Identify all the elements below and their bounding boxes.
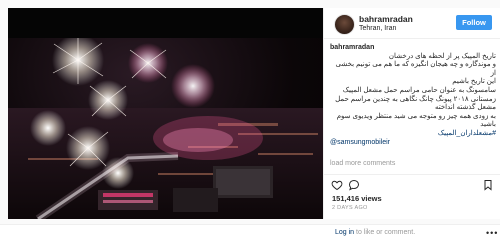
caption-line: سامسونگ به عنوان حامی مراسم حمل مشعل الم… xyxy=(342,86,496,94)
heart-icon[interactable] xyxy=(331,179,343,191)
comment-icon[interactable] xyxy=(348,179,360,191)
load-more-comments-link[interactable]: load more comments xyxy=(330,160,395,167)
more-options-button[interactable]: ••• xyxy=(486,228,498,238)
follow-button[interactable]: Follow xyxy=(456,15,492,30)
view-count: 151,416 views xyxy=(332,194,382,203)
caption-line: و موندگاره و چه هیجان انگیزه که ما هم می… xyxy=(335,61,496,77)
login-prompt: Log in to like or comment. xyxy=(335,229,415,236)
action-bar xyxy=(324,174,500,191)
bookmark-icon[interactable] xyxy=(482,179,494,191)
post-side-panel: bahramradan Tehran, Iran Follow bahramra… xyxy=(323,8,500,219)
login-bar: Log in to like or comment. ••• xyxy=(0,224,500,244)
location-link[interactable]: Tehran, Iran xyxy=(359,25,396,32)
post-video[interactable] xyxy=(8,8,323,219)
username-link[interactable]: bahramradan xyxy=(359,14,413,24)
login-link[interactable]: Log in xyxy=(335,229,354,236)
caption-line: تاریخ المپیک پر از لحظه های درخشان xyxy=(388,52,496,60)
post-caption: bahramradan تاریخ المپیک پر از لحظه های … xyxy=(330,44,496,147)
fireworks-illustration xyxy=(8,38,323,219)
fireworks-scene xyxy=(8,38,323,219)
caption-line: به زودی همه چیز رو متوجه می شید منتظر وی… xyxy=(336,112,496,120)
avatar[interactable] xyxy=(334,14,355,35)
caption-line: این تاریخ باشیم xyxy=(452,78,496,86)
instagram-post-page: bahramradan Tehran, Iran Follow bahramra… xyxy=(0,0,500,244)
mention-link[interactable]: @samsungmobileir xyxy=(330,139,496,148)
caption-line: باشید xyxy=(480,121,496,129)
caption-line: زمستانی ۲۰۱۸ پیونگ چانگ نگاهی به چندین م… xyxy=(335,95,496,103)
caption-line: مشعل گذشته انداخته xyxy=(434,104,496,112)
caption-username[interactable]: bahramradan xyxy=(330,44,496,53)
post-frame: bahramradan Tehran, Iran Follow bahramra… xyxy=(0,0,500,224)
post-timestamp[interactable]: 2 DAYS AGO xyxy=(332,205,368,211)
post-header: bahramradan Tehran, Iran Follow xyxy=(324,8,500,39)
hashtag-link[interactable]: #مشعلداران_المپیک xyxy=(330,130,496,139)
login-suffix: to like or comment. xyxy=(354,229,416,236)
